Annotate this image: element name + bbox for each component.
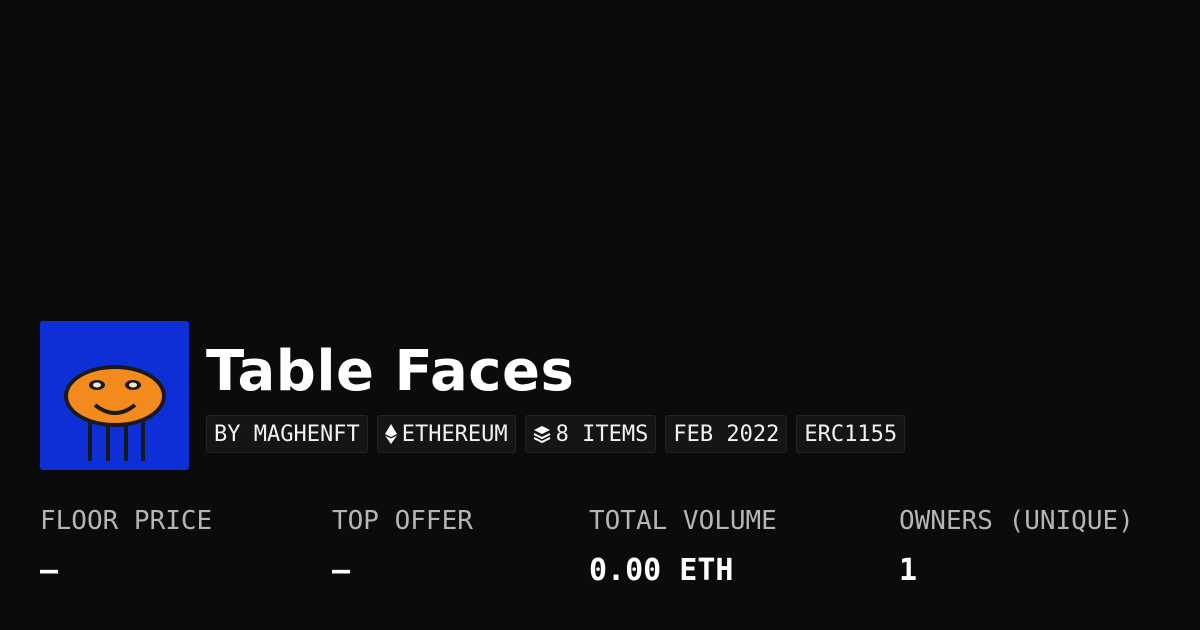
table-face-image <box>40 321 189 470</box>
owners-value: 1 <box>899 553 918 588</box>
total-volume-value: 0.00 ETH <box>589 553 734 588</box>
date-label: FEB 2022 <box>673 421 780 447</box>
top-offer-label: TOP OFFER <box>332 506 473 536</box>
creator-tag[interactable]: BY MAGHENFT <box>206 415 368 453</box>
items-label: 8 ITEMS <box>555 421 649 447</box>
standard-tag: ERC1155 <box>796 415 906 453</box>
layers-icon <box>533 425 551 443</box>
total-volume-stat: TOTAL VOLUME 0.00 ETH <box>589 505 777 589</box>
collection-title: Table Faces <box>206 339 575 404</box>
chain-tag[interactable]: ETHEREUM <box>376 415 516 453</box>
collection-header: Table Faces BY MAGHENFT ETHEREUM 8 ITEMS… <box>40 321 906 470</box>
collection-stats: FLOOR PRICE – TOP OFFER – TOTAL VOLUME 0… <box>40 505 1180 605</box>
total-volume-label: TOTAL VOLUME <box>589 506 777 536</box>
top-offer-stat: TOP OFFER – <box>332 505 473 589</box>
floor-price-value: – <box>40 553 59 588</box>
collection-avatar <box>40 321 189 470</box>
date-tag: FEB 2022 <box>665 415 788 453</box>
creator-label: BY MAGHENFT <box>214 421 360 447</box>
floor-price-label: FLOOR PRICE <box>40 506 213 536</box>
owners-label: OWNERS (UNIQUE) <box>899 506 1134 536</box>
owners-stat: OWNERS (UNIQUE) 1 <box>899 505 1134 589</box>
standard-label: ERC1155 <box>804 421 898 447</box>
top-offer-value: – <box>332 553 351 588</box>
floor-price-stat: FLOOR PRICE – <box>40 505 212 589</box>
ethereum-icon <box>384 424 397 444</box>
collection-tags: BY MAGHENFT ETHEREUM 8 ITEMS FEB 2022 ER… <box>206 415 906 453</box>
chain-label: ETHEREUM <box>401 421 508 447</box>
items-tag[interactable]: 8 ITEMS <box>524 415 657 453</box>
